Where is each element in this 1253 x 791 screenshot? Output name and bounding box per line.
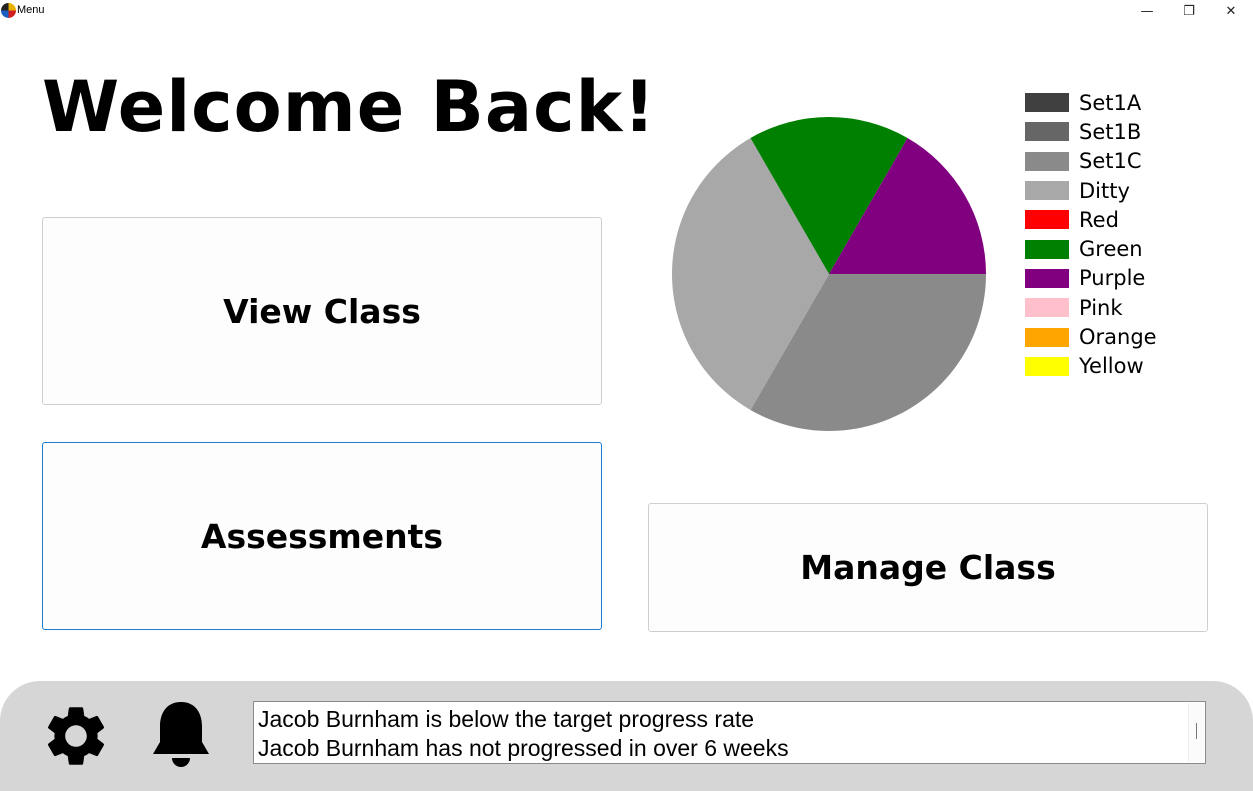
chart-legend: Set1A Set1B Set1C Ditty Red Green Purple Pink Or…	[1025, 88, 1157, 381]
legend-label: Pink	[1079, 295, 1123, 320]
legend-label: Set1A	[1079, 90, 1142, 115]
legend-label: Purple	[1079, 266, 1146, 291]
legend-swatch	[1025, 122, 1069, 142]
close-button[interactable]: ✕	[1209, 0, 1253, 22]
legend-swatch	[1025, 210, 1069, 230]
manage-class-button[interactable]: Manage Class	[648, 503, 1208, 632]
legend-item: Ditty	[1025, 176, 1157, 205]
legend-swatch	[1025, 298, 1069, 318]
legend-label: Red	[1079, 207, 1119, 232]
maximize-button[interactable]: ❐	[1167, 0, 1211, 22]
legend-item: Orange	[1025, 322, 1157, 351]
legend-swatch	[1025, 151, 1069, 171]
legend-label: Yellow	[1079, 354, 1144, 379]
legend-item: Yellow	[1025, 352, 1157, 381]
bell-icon[interactable]	[150, 700, 212, 772]
legend-label: Green	[1079, 237, 1143, 262]
view-class-button[interactable]: View Class	[42, 217, 602, 405]
legend-label: Ditty	[1079, 178, 1130, 203]
legend-swatch	[1025, 268, 1069, 288]
notification-item: Jacob Burnham has not progressed in over…	[258, 735, 789, 761]
legend-item: Set1A	[1025, 88, 1157, 117]
minimize-button[interactable]: —	[1125, 0, 1169, 22]
legend-label: Orange	[1079, 325, 1157, 350]
notifications-list[interactable]: Jacob Burnham is below the target progre…	[253, 701, 1206, 764]
notification-item: Jacob Burnham is below the target progre…	[258, 706, 755, 732]
legend-item: Set1B	[1025, 117, 1157, 146]
gear-icon[interactable]	[40, 700, 112, 772]
legend-item: Purple	[1025, 264, 1157, 293]
legend-item: Red	[1025, 205, 1157, 234]
notifications-scrollbar[interactable]	[1188, 703, 1204, 762]
legend-label: Set1B	[1079, 119, 1142, 144]
legend-label: Set1C	[1079, 149, 1142, 174]
legend-swatch	[1025, 327, 1069, 347]
legend-swatch	[1025, 181, 1069, 201]
legend-swatch	[1025, 93, 1069, 113]
legend-swatch	[1025, 356, 1069, 376]
assessments-button[interactable]: Assessments	[42, 442, 602, 630]
class-pie-chart	[672, 116, 986, 432]
legend-swatch	[1025, 239, 1069, 259]
legend-item: Pink	[1025, 293, 1157, 322]
legend-item: Set1C	[1025, 147, 1157, 176]
legend-item: Green	[1025, 234, 1157, 263]
app-icon	[1, 3, 16, 18]
window-title: Menu	[17, 4, 45, 16]
title-bar: Menu — ❐ ✕	[0, 0, 1253, 22]
scrollbar-thumb[interactable]	[1196, 723, 1197, 739]
welcome-heading: Welcome Back!	[42, 66, 657, 148]
